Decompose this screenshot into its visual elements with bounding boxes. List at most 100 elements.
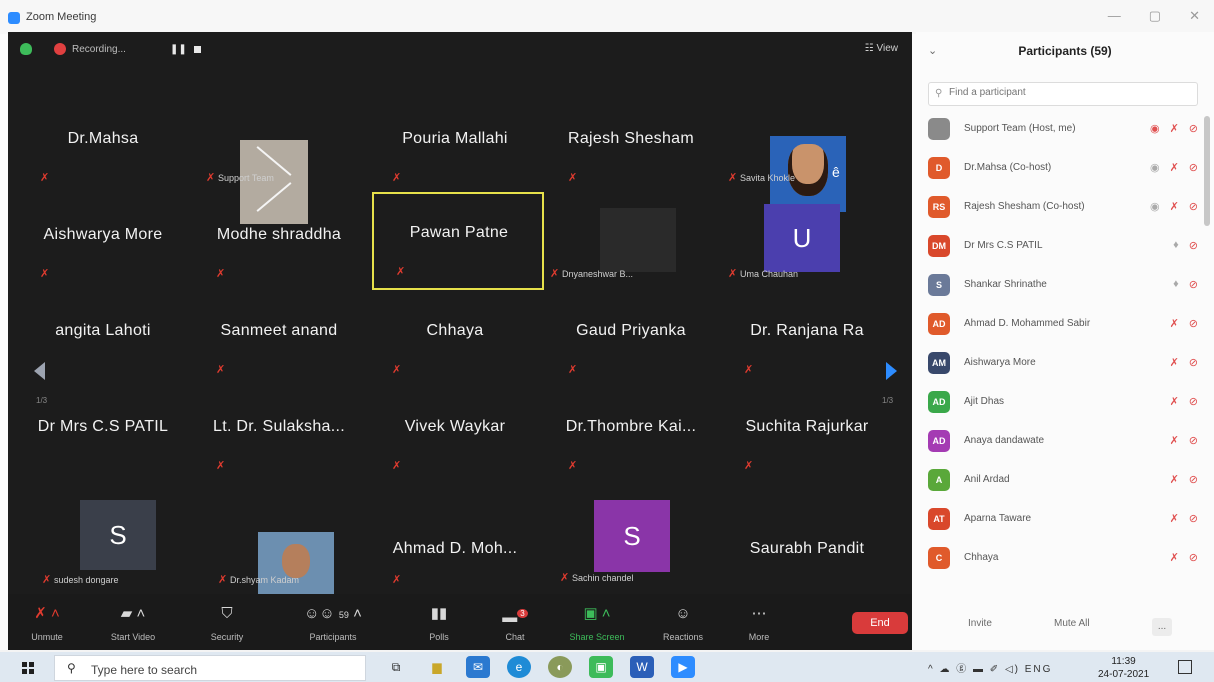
edge-browser-icon[interactable]: e	[507, 656, 531, 678]
participant-tile[interactable]: Sanmeet anand ✗	[194, 292, 364, 388]
active-speaker-tile[interactable]: Pawan Patne ✗	[372, 192, 544, 290]
video-off-icon: ⊘	[1188, 396, 1198, 408]
participant-list-scrollbar[interactable]	[1204, 116, 1210, 226]
participant-row[interactable]: A Anil Ardad ✗ ⊘	[928, 467, 1198, 499]
participant-tile[interactable]: Aishwarya More ✗	[18, 196, 188, 292]
participant-avatar: DM	[928, 235, 950, 257]
muted-mic-icon: ✗	[568, 172, 578, 184]
find-participant-input[interactable]	[949, 87, 1189, 98]
participant-row[interactable]: AT Aparna Taware ✗ ⊘	[928, 506, 1198, 538]
muted-mic-icon: ✗	[392, 364, 402, 376]
video-off-icon: ⊘	[1188, 513, 1198, 525]
system-tray[interactable]: ^ ☁ ⓖ ▬ ✐ ◁) ENG	[928, 660, 1052, 675]
participant-row[interactable]: C Chhaya ✗ ⊘	[928, 545, 1198, 577]
task-view-icon[interactable]: ⧉	[384, 656, 408, 678]
participant-tile[interactable]: ✗ sudesh dongare	[18, 484, 188, 586]
participant-tile[interactable]: ✗ Support Team	[194, 100, 364, 196]
participant-row[interactable]: RS Rajesh Shesham (Co-host) ◉ ✗ ⊘	[928, 194, 1198, 226]
participant-tile[interactable]: Dr. Ranjana Ra ✗	[722, 292, 892, 388]
zoom-taskbar-icon[interactable]: ▶	[671, 656, 695, 678]
previous-page-arrow-icon[interactable]	[34, 362, 45, 380]
participant-avatar: S	[928, 274, 950, 296]
participant-tile[interactable]: ✗ Savita Khokle ê	[722, 100, 892, 196]
chat-badge: 3	[517, 609, 528, 618]
panel-more-button[interactable]: ...	[1152, 618, 1172, 636]
participant-tile[interactable]: Rajesh Shesham ✗	[546, 100, 716, 196]
unmute-button[interactable]: ✗ ˄ Unmute	[12, 604, 82, 642]
participant-tile[interactable]: ✗ Dnyaneshwar B...	[546, 196, 716, 292]
polls-button[interactable]: ▮▮ Polls	[404, 604, 474, 642]
participant-row[interactable]: D Dr.Mahsa (Co-host) ◉ ✗ ⊘	[928, 155, 1198, 187]
participant-status-icons: ✗ ⊘	[1170, 356, 1198, 369]
invite-button[interactable]: Invite	[968, 618, 992, 629]
close-button[interactable]: ✕	[1189, 8, 1200, 24]
chat-button[interactable]: ▬ 3 Chat	[480, 604, 550, 642]
word-icon[interactable]: W	[630, 656, 654, 678]
security-shield-icon[interactable]	[20, 43, 32, 55]
participant-tile[interactable]: ✗ Uma Chauhan	[722, 196, 892, 292]
taskbar-clock[interactable]: 11:39 24-07-2021	[1098, 655, 1149, 681]
participant-name: Modhe shraddha	[216, 226, 342, 243]
notification-icon[interactable]	[1178, 660, 1192, 674]
chrome-icon[interactable]: ◐	[548, 656, 572, 678]
participant-row[interactable]: AD Ahmad D. Mohammed Sabir ✗ ⊘	[928, 311, 1198, 343]
mail-icon[interactable]: ✉	[466, 656, 490, 678]
participant-name: Ahmad D. Moh...	[392, 540, 518, 557]
maximize-button[interactable]: ▢	[1149, 8, 1161, 24]
participants-button[interactable]: ☺☺ 59 ˄ Participants	[298, 604, 368, 642]
reactions-button[interactable]: ☺ Reactions	[648, 604, 718, 642]
muted-mic-icon: ✗	[568, 364, 578, 376]
end-meeting-button[interactable]: End	[852, 612, 908, 634]
view-button[interactable]: ☷ View	[865, 43, 898, 54]
participant-tile[interactable]: Lt. Dr. Sulaksha... ✗	[194, 388, 364, 484]
stop-recording-button[interactable]	[194, 46, 201, 53]
windows-start-icon[interactable]	[22, 662, 34, 674]
participant-row[interactable]: Support Team (Host, me) ◉ ✗ ⊘	[928, 116, 1198, 148]
participant-row[interactable]: S Shankar Shrinathe ♦ ⊘	[928, 272, 1198, 304]
participant-row[interactable]: DM Dr Mrs C.S PATIL ♦ ⊘	[928, 233, 1198, 265]
participant-tile[interactable]: Ahmad D. Moh... ✗	[370, 484, 540, 586]
find-participant-field[interactable]: ⚲	[928, 82, 1198, 106]
muted-mic-icon: ✗	[216, 268, 226, 280]
more-button[interactable]: ⋯ More	[724, 604, 794, 642]
camera-app-icon[interactable]: ▣	[589, 656, 613, 678]
participant-row-name: Ahmad D. Mohammed Sabir	[964, 318, 1091, 329]
recording-icon: ◉	[1149, 162, 1160, 174]
participant-tile[interactable]: Modhe shraddha ✗	[194, 196, 364, 292]
mute-all-button[interactable]: Mute All	[1054, 618, 1090, 629]
participant-row-name: Anaya dandawate	[964, 435, 1045, 446]
participant-tile[interactable]: ✗ Dr.shyam Kadam	[194, 484, 364, 586]
participant-tile[interactable]: Pouria Mallahi ✗	[370, 100, 540, 196]
participant-tile[interactable]: Suchita Rajurkar ✗	[722, 388, 892, 484]
participant-status-icons: ✗ ⊘	[1170, 317, 1198, 330]
participant-tile[interactable]: Gaud Priyanka ✗	[546, 292, 716, 388]
participant-row-name: Shankar Shrinathe	[964, 279, 1047, 290]
windows-taskbar: ⚲ Type here to search ⧉ ▆ ✉ e ◐ ▣ W ▶ ^ …	[0, 652, 1214, 682]
participant-tile[interactable]: Chhaya ✗	[370, 292, 540, 388]
search-icon: ⚲	[67, 661, 76, 675]
participant-tile[interactable]: Vivek Waykar ✗	[370, 388, 540, 484]
muted-mic-icon: ✗	[218, 574, 228, 586]
participant-tile[interactable]: Saurabh Pandit	[722, 484, 892, 580]
participant-row[interactable]: AD Ajit Dhas ✗ ⊘	[928, 389, 1198, 421]
share-screen-button[interactable]: ▣ ˄ Share Screen	[562, 604, 632, 642]
participant-row-name: Rajesh Shesham (Co-host)	[964, 201, 1085, 212]
page-indicator-left: 1/3	[36, 396, 48, 405]
minimize-button[interactable]: —	[1108, 8, 1121, 24]
shield-icon: ⛉	[221, 605, 233, 622]
participant-tile[interactable]: Dr.Thombre Kai... ✗	[546, 388, 716, 484]
muted-mic-icon: ✗	[392, 460, 402, 472]
security-button[interactable]: ⛉ Security	[192, 604, 262, 642]
participant-tile[interactable]: ✗ Sachin chandel	[546, 484, 716, 584]
taskbar-search-box[interactable]: ⚲ Type here to search	[54, 655, 366, 681]
muted-mic-icon: ✗	[42, 574, 52, 586]
start-video-button[interactable]: ▰ ˄ Start Video	[98, 604, 168, 642]
next-page-arrow-icon[interactable]	[886, 362, 897, 380]
participant-row[interactable]: AM Aishwarya More ✗ ⊘	[928, 350, 1198, 382]
participant-row[interactable]: AD Anaya dandawate ✗ ⊘	[928, 428, 1198, 460]
file-explorer-icon[interactable]: ▆	[425, 656, 449, 678]
pause-recording-button[interactable]: ❚❚	[170, 44, 187, 55]
muted-mic-icon: ✗	[1169, 201, 1179, 213]
participant-tile[interactable]: Dr.Mahsa ✗	[18, 100, 188, 196]
meeting-top-bar: Recording... ❚❚ ☷ View	[8, 32, 912, 66]
